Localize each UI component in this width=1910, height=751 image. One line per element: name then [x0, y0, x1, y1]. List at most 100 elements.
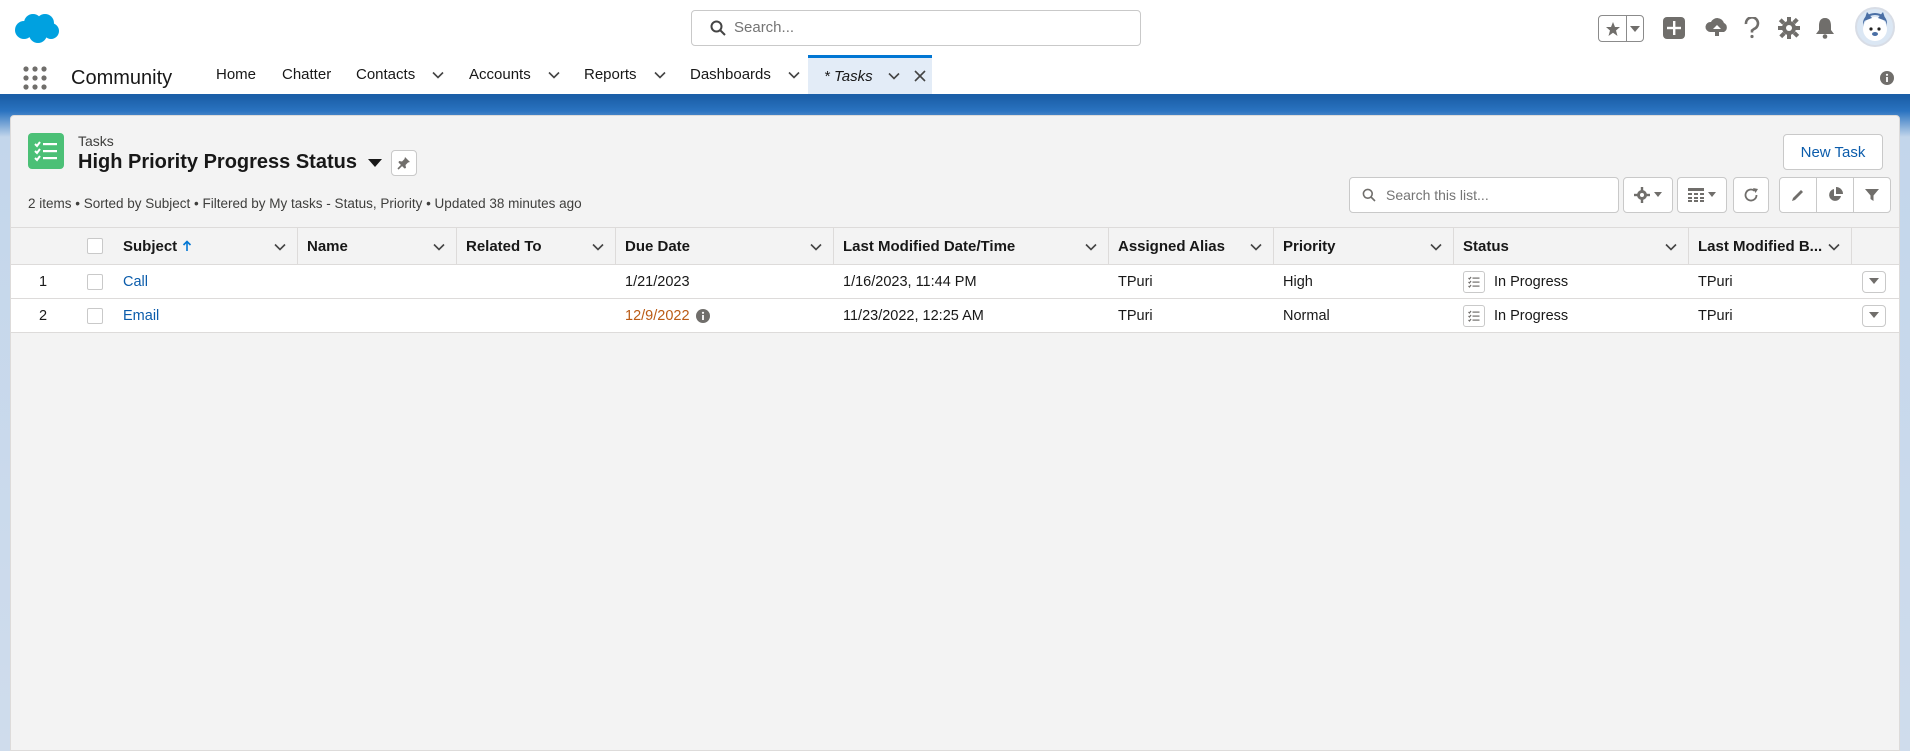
close-tab-icon[interactable]: [913, 69, 927, 83]
caret-down-icon[interactable]: [367, 158, 383, 168]
nav-item-dashboards[interactable]: Dashboards: [690, 55, 801, 94]
column-divider: [1851, 228, 1852, 264]
row-checkbox[interactable]: [87, 307, 103, 324]
setup-gear-icon[interactable]: [1775, 14, 1803, 42]
nav-item-contacts[interactable]: Contacts: [356, 55, 445, 94]
refresh-button[interactable]: [1733, 177, 1769, 213]
trailhead-cloud-icon[interactable]: [1703, 14, 1731, 42]
column-header-last-modified-by[interactable]: Last Modified B...: [1689, 228, 1851, 264]
sort-ascending-icon: [183, 240, 192, 251]
chevron-down-icon[interactable]: [1429, 240, 1443, 254]
nav-item-accounts[interactable]: Accounts: [469, 55, 561, 94]
subject-link[interactable]: Email: [123, 299, 159, 332]
column-header-last-modified[interactable]: Last Modified Date/Time: [834, 228, 1108, 264]
global-actions-plus-icon[interactable]: [1660, 14, 1688, 42]
column-header-related-to[interactable]: Related To: [457, 228, 615, 264]
caret-down-icon: [1869, 312, 1879, 318]
favorites-group: [1598, 15, 1644, 42]
column-label: Status: [1463, 237, 1509, 255]
tasks-object-icon: [28, 133, 64, 169]
favorites-menu-icon[interactable]: [1627, 16, 1643, 41]
chevron-down-icon[interactable]: [273, 240, 287, 254]
column-header-subject[interactable]: Subject: [123, 228, 297, 264]
charts-button[interactable]: [1816, 178, 1853, 212]
global-search-input[interactable]: Search...: [691, 10, 1141, 46]
due-date-cell: 12/9/2022: [625, 299, 710, 332]
info-icon[interactable]: [695, 308, 710, 323]
filter-icon: [1865, 189, 1879, 201]
row-actions-cell: [1862, 299, 1886, 332]
new-task-button[interactable]: New Task: [1783, 134, 1883, 170]
nav-item-label: Accounts: [469, 66, 531, 83]
table-row: 1 Call 1/21/2023 1/16/2023, 11:44 PM TPu…: [11, 265, 1899, 299]
nav-item-reports[interactable]: Reports: [584, 55, 667, 94]
list-view-controls-button[interactable]: [1623, 177, 1673, 213]
priority-cell: High: [1283, 273, 1313, 290]
status-cell: In Progress: [1463, 265, 1568, 298]
table-icon: [1688, 188, 1704, 202]
overdue-due-date: 12/9/2022: [625, 307, 690, 324]
info-icon[interactable]: [1880, 71, 1894, 85]
chevron-down-icon[interactable]: [547, 68, 561, 82]
task-status-icon: [1463, 270, 1485, 293]
chevron-down-icon[interactable]: [1084, 240, 1098, 254]
subject-link[interactable]: Call: [123, 265, 148, 298]
nav-item-label: Chatter: [282, 66, 332, 83]
app-name: Community: [71, 67, 173, 89]
chevron-down-icon[interactable]: [1664, 240, 1678, 254]
row-checkbox-cell: [87, 299, 103, 332]
global-search-placeholder: Search...: [734, 19, 795, 36]
nav-item-label: Home: [216, 66, 257, 83]
row-actions-button[interactable]: [1862, 304, 1886, 327]
pin-list-view-button[interactable]: [391, 150, 417, 176]
column-header-due-date[interactable]: Due Date: [616, 228, 833, 264]
column-header-assigned-alias[interactable]: Assigned Alias: [1109, 228, 1273, 264]
tab-tasks-active[interactable]: * Tasks: [808, 55, 932, 94]
nav-item-home[interactable]: Home: [216, 55, 256, 94]
chevron-down-icon[interactable]: [432, 240, 446, 254]
chevron-down-icon[interactable]: [787, 68, 801, 82]
chevron-down-icon[interactable]: [431, 68, 445, 82]
caret-down-icon: [1869, 278, 1879, 284]
chevron-down-icon[interactable]: [1249, 240, 1263, 254]
edit-button[interactable]: [1780, 178, 1816, 212]
favorites-star-icon[interactable]: [1599, 16, 1627, 41]
pencil-icon: [1792, 190, 1803, 201]
last-modified-by-cell: TPuri: [1698, 273, 1733, 290]
user-avatar[interactable]: [1855, 7, 1895, 47]
object-label: Tasks: [78, 133, 114, 149]
display-as-button[interactable]: [1677, 177, 1727, 213]
row-number: 2: [39, 307, 48, 324]
chevron-down-icon[interactable]: [591, 240, 605, 254]
column-header-name[interactable]: Name: [298, 228, 456, 264]
pie-chart-icon: [1829, 187, 1843, 201]
row-checkbox[interactable]: [87, 273, 103, 290]
chevron-down-icon[interactable]: [653, 68, 667, 82]
filters-button[interactable]: [1853, 178, 1890, 212]
chevron-down-icon[interactable]: [1827, 240, 1841, 254]
app-navigation-bar: Community Home Chatter Contacts Accounts…: [0, 55, 1910, 97]
column-header-priority[interactable]: Priority: [1274, 228, 1453, 264]
tab-label: * Tasks: [824, 67, 873, 85]
chevron-down-icon[interactable]: [887, 69, 901, 83]
row-actions-cell: [1862, 265, 1886, 298]
list-view-selector[interactable]: High Priority Progress Status: [78, 151, 383, 174]
notifications-bell-icon[interactable]: [1811, 14, 1839, 42]
column-header-status[interactable]: Status: [1454, 228, 1688, 264]
column-label: Due Date: [625, 237, 691, 255]
chevron-down-icon[interactable]: [809, 240, 823, 254]
list-search-input[interactable]: Search this list...: [1349, 177, 1619, 213]
row-actions-button[interactable]: [1862, 270, 1886, 293]
last-modified-cell: 1/16/2023, 11:44 PM: [843, 273, 977, 290]
select-all-checkbox[interactable]: [87, 238, 103, 254]
caret-down-icon: [1654, 192, 1662, 197]
due-date-cell: 1/21/2023: [625, 273, 690, 290]
column-label: Priority: [1283, 237, 1336, 255]
app-launcher-icon[interactable]: [22, 65, 48, 91]
list-view-meta: 2 items • Sorted by Subject • Filtered b…: [28, 196, 582, 211]
column-label: Assigned Alias: [1118, 237, 1225, 255]
nav-item-chatter[interactable]: Chatter: [282, 55, 331, 94]
salesforce-logo[interactable]: [12, 12, 60, 44]
refresh-icon: [1744, 188, 1758, 202]
help-icon[interactable]: [1738, 14, 1766, 42]
